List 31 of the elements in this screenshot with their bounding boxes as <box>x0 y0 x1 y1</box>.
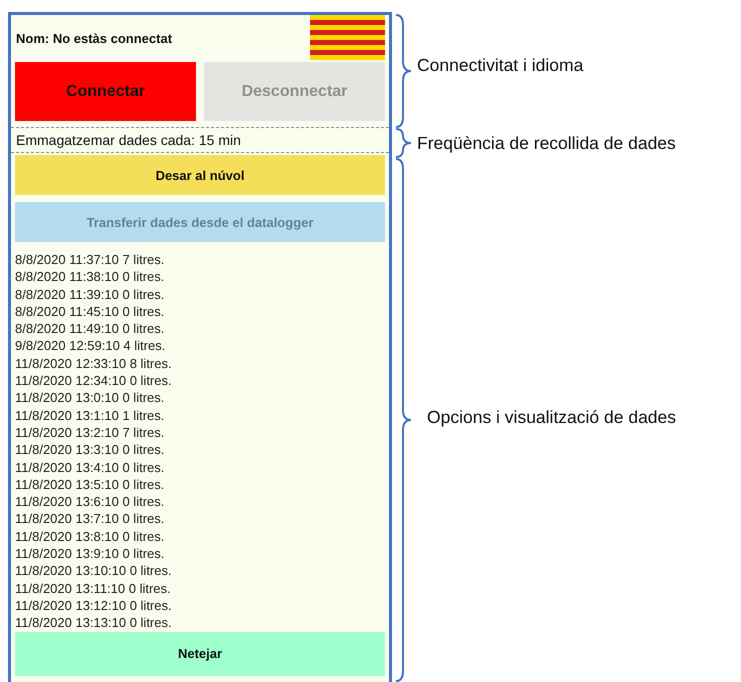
log-entry: 11/8/2020 12:34:10 0 litres. <box>15 372 173 390</box>
log-entry: 11/8/2020 13:12:10 0 litres. <box>15 596 173 614</box>
log-entry: 11/8/2020 13:0:10 0 litres. <box>15 389 166 407</box>
action-button[interactable]: Desar al núvol <box>15 155 385 195</box>
annotation-label: Freqüència de recollida de dades <box>417 132 676 154</box>
log-entry: 11/8/2020 12:33:10 8 litres. <box>15 354 173 372</box>
log-entry: 11/8/2020 13:1:10 1 litres. <box>15 406 166 424</box>
log-entry: 8/8/2020 11:38:10 0 litres. <box>15 268 166 286</box>
log-entry: 8/8/2020 11:45:10 0 litres. <box>15 302 166 320</box>
annotation-label: Connectivitat i idioma <box>417 54 584 76</box>
log-entry: 11/8/2020 13:9:10 0 litres. <box>15 545 166 562</box>
log-entry: 11/8/2020 13:4:10 0 litres. <box>15 458 166 476</box>
log-entry: 11/8/2020 13:6:10 0 litres. <box>15 493 166 510</box>
user-name-label: Nom: No estàs connectat <box>15 30 172 46</box>
log-entry: 11/8/2020 13:8:10 0 litres. <box>15 528 166 546</box>
log-entry: 8/8/2020 11:37:10 7 litres. <box>15 251 166 268</box>
log-entry: 11/8/2020 13:7:10 0 litres. <box>15 510 166 528</box>
log-entry: 11/8/2020 13:11:10 0 litres. <box>15 580 172 597</box>
log-entry: 8/8/2020 11:39:10 0 litres. <box>15 286 166 303</box>
connection-button[interactable]: Connectar <box>15 62 196 121</box>
log-entry: 11/8/2020 13:10:10 0 litres. <box>15 562 173 580</box>
log-entry: 9/8/2020 12:59:10 4 litres. <box>15 337 166 355</box>
frequency-label: Emmagatzemar dades cada: 15 min <box>11 127 389 153</box>
flag-icon[interactable] <box>310 14 385 60</box>
log-entry: 8/8/2020 11:49:10 0 litres. <box>15 320 166 338</box>
annotation-label: Opcions i visualització de dades <box>427 406 676 428</box>
log-entry: 11/8/2020 13:3:10 0 litres. <box>15 441 166 459</box>
log-entry: 11/8/2020 13:5:10 0 litres. <box>15 476 166 494</box>
clear-button[interactable]: Netejar <box>15 632 385 676</box>
log-entry: 11/8/2020 13:2:10 7 litres. <box>15 424 166 442</box>
log-entry: 11/8/2020 13:13:10 0 litres. <box>15 614 173 632</box>
